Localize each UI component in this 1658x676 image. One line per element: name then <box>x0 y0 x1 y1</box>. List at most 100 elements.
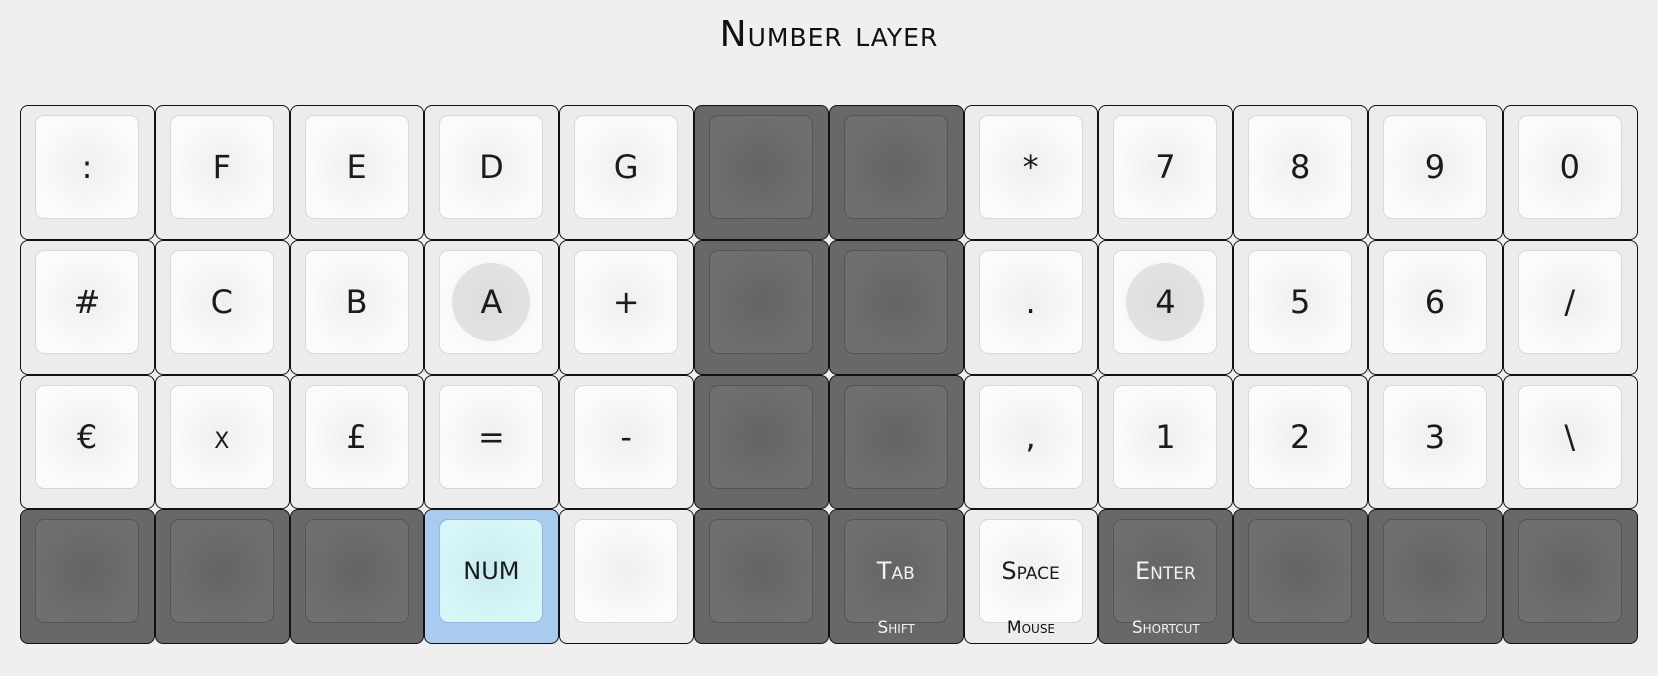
keycap <box>1248 519 1353 624</box>
key-period: . <box>963 239 1099 375</box>
key-9: 9 <box>1367 105 1503 240</box>
key-label: 9 <box>1424 148 1446 186</box>
keycap <box>708 249 813 354</box>
key-pound: £ <box>289 374 425 510</box>
key-label: 2 <box>1289 417 1311 456</box>
keycap <box>708 519 813 624</box>
key-1: 1 <box>1098 374 1234 510</box>
key-7: 7 <box>1098 105 1234 240</box>
keycap: A <box>439 249 544 354</box>
key-blank-r4c6 <box>693 509 829 645</box>
keycap: € <box>35 384 139 489</box>
keycap: F <box>169 115 274 219</box>
key-blank-r4c11 <box>1367 509 1503 645</box>
keycap <box>708 115 813 219</box>
keycap: 8 <box>1248 115 1353 219</box>
keycap: : <box>35 115 139 219</box>
keycap <box>708 384 813 489</box>
key-space: Space Mouse <box>963 509 1099 645</box>
key-3: 3 <box>1367 374 1503 510</box>
keycap: , <box>978 384 1083 489</box>
key-label: Enter <box>1134 557 1196 586</box>
key-label: 6 <box>1424 282 1446 321</box>
key-label: € <box>76 417 98 456</box>
key-tab: Tab Shift <box>828 509 964 645</box>
keycap <box>1517 519 1622 624</box>
key-label: NUM <box>463 557 520 586</box>
key-b: B <box>289 239 425 375</box>
key-label: \ <box>1564 417 1576 456</box>
key-label: A <box>480 282 503 321</box>
key-minus: - <box>559 374 694 510</box>
key-num: NUM <box>424 509 560 645</box>
keycap: 1 <box>1113 384 1218 489</box>
keycap: * <box>978 115 1083 219</box>
key-6: 6 <box>1367 239 1503 375</box>
keycap: G <box>574 115 679 219</box>
keycap <box>169 519 274 624</box>
key-blank-r3c6 <box>693 374 829 510</box>
keycap: 7 <box>1113 115 1218 219</box>
key-f: F <box>154 105 290 240</box>
keycap: B <box>304 249 409 354</box>
key-c: C <box>154 239 290 375</box>
key-e: E <box>289 105 425 240</box>
keycap: 4 <box>1113 249 1218 354</box>
key-label: x <box>214 417 230 456</box>
keycap <box>304 519 409 624</box>
keycap: Tab <box>843 519 948 624</box>
key-label: . <box>1025 282 1036 321</box>
keycap: - <box>574 384 679 489</box>
keycap: Space <box>978 519 1083 624</box>
key-hold-label: Mouse <box>1006 618 1056 639</box>
key-label: - <box>620 417 632 456</box>
keycap: C <box>169 249 274 354</box>
keycap: D <box>439 115 544 219</box>
key-plus: + <box>559 239 694 375</box>
key-blank-r4c2 <box>154 509 290 645</box>
key-equals: = <box>424 374 560 510</box>
keycap <box>35 519 139 624</box>
keycap: # <box>35 249 139 354</box>
key-blank-r4c10 <box>1233 509 1368 645</box>
key-label: Tab <box>876 557 915 586</box>
key-blank-r1c6 <box>693 105 829 240</box>
keycap: 5 <box>1248 249 1353 354</box>
keycap: 0 <box>1517 115 1622 219</box>
key-5: 5 <box>1233 239 1368 375</box>
key-label: G <box>613 148 639 186</box>
keycap <box>574 519 679 624</box>
keycap: 3 <box>1382 384 1487 489</box>
key-label: , <box>1025 417 1036 456</box>
key-blank-r4c1 <box>20 509 155 645</box>
key-colon: : <box>20 105 155 240</box>
key-label: Space <box>1001 557 1060 586</box>
key-label: £ <box>346 417 367 456</box>
key-label: 0 <box>1559 148 1580 186</box>
key-2: 2 <box>1233 374 1368 510</box>
keycap: 9 <box>1382 115 1487 219</box>
key-asterisk: * <box>963 105 1099 240</box>
key-label: 7 <box>1155 148 1176 186</box>
key-label: 8 <box>1289 148 1311 186</box>
key-label: = <box>477 417 505 456</box>
key-label: D <box>479 148 504 186</box>
keycap: + <box>574 249 679 354</box>
keycap: Enter <box>1113 519 1218 624</box>
key-blank-r3c7 <box>828 374 964 510</box>
key-hold-label: Shift <box>877 618 915 639</box>
key-slash: / <box>1502 239 1638 375</box>
keycap <box>843 249 948 354</box>
key-8: 8 <box>1233 105 1368 240</box>
keycap <box>843 115 948 219</box>
key-label: * <box>1022 148 1039 186</box>
key-0: 0 <box>1502 105 1638 240</box>
key-label: 4 <box>1155 282 1176 321</box>
keycap: = <box>439 384 544 489</box>
key-g: G <box>559 105 694 240</box>
key-label: : <box>81 148 93 186</box>
keycap <box>1382 519 1487 624</box>
key-euro: € <box>20 374 155 510</box>
key-blank-r2c6 <box>693 239 829 375</box>
keycap: x <box>169 384 274 489</box>
